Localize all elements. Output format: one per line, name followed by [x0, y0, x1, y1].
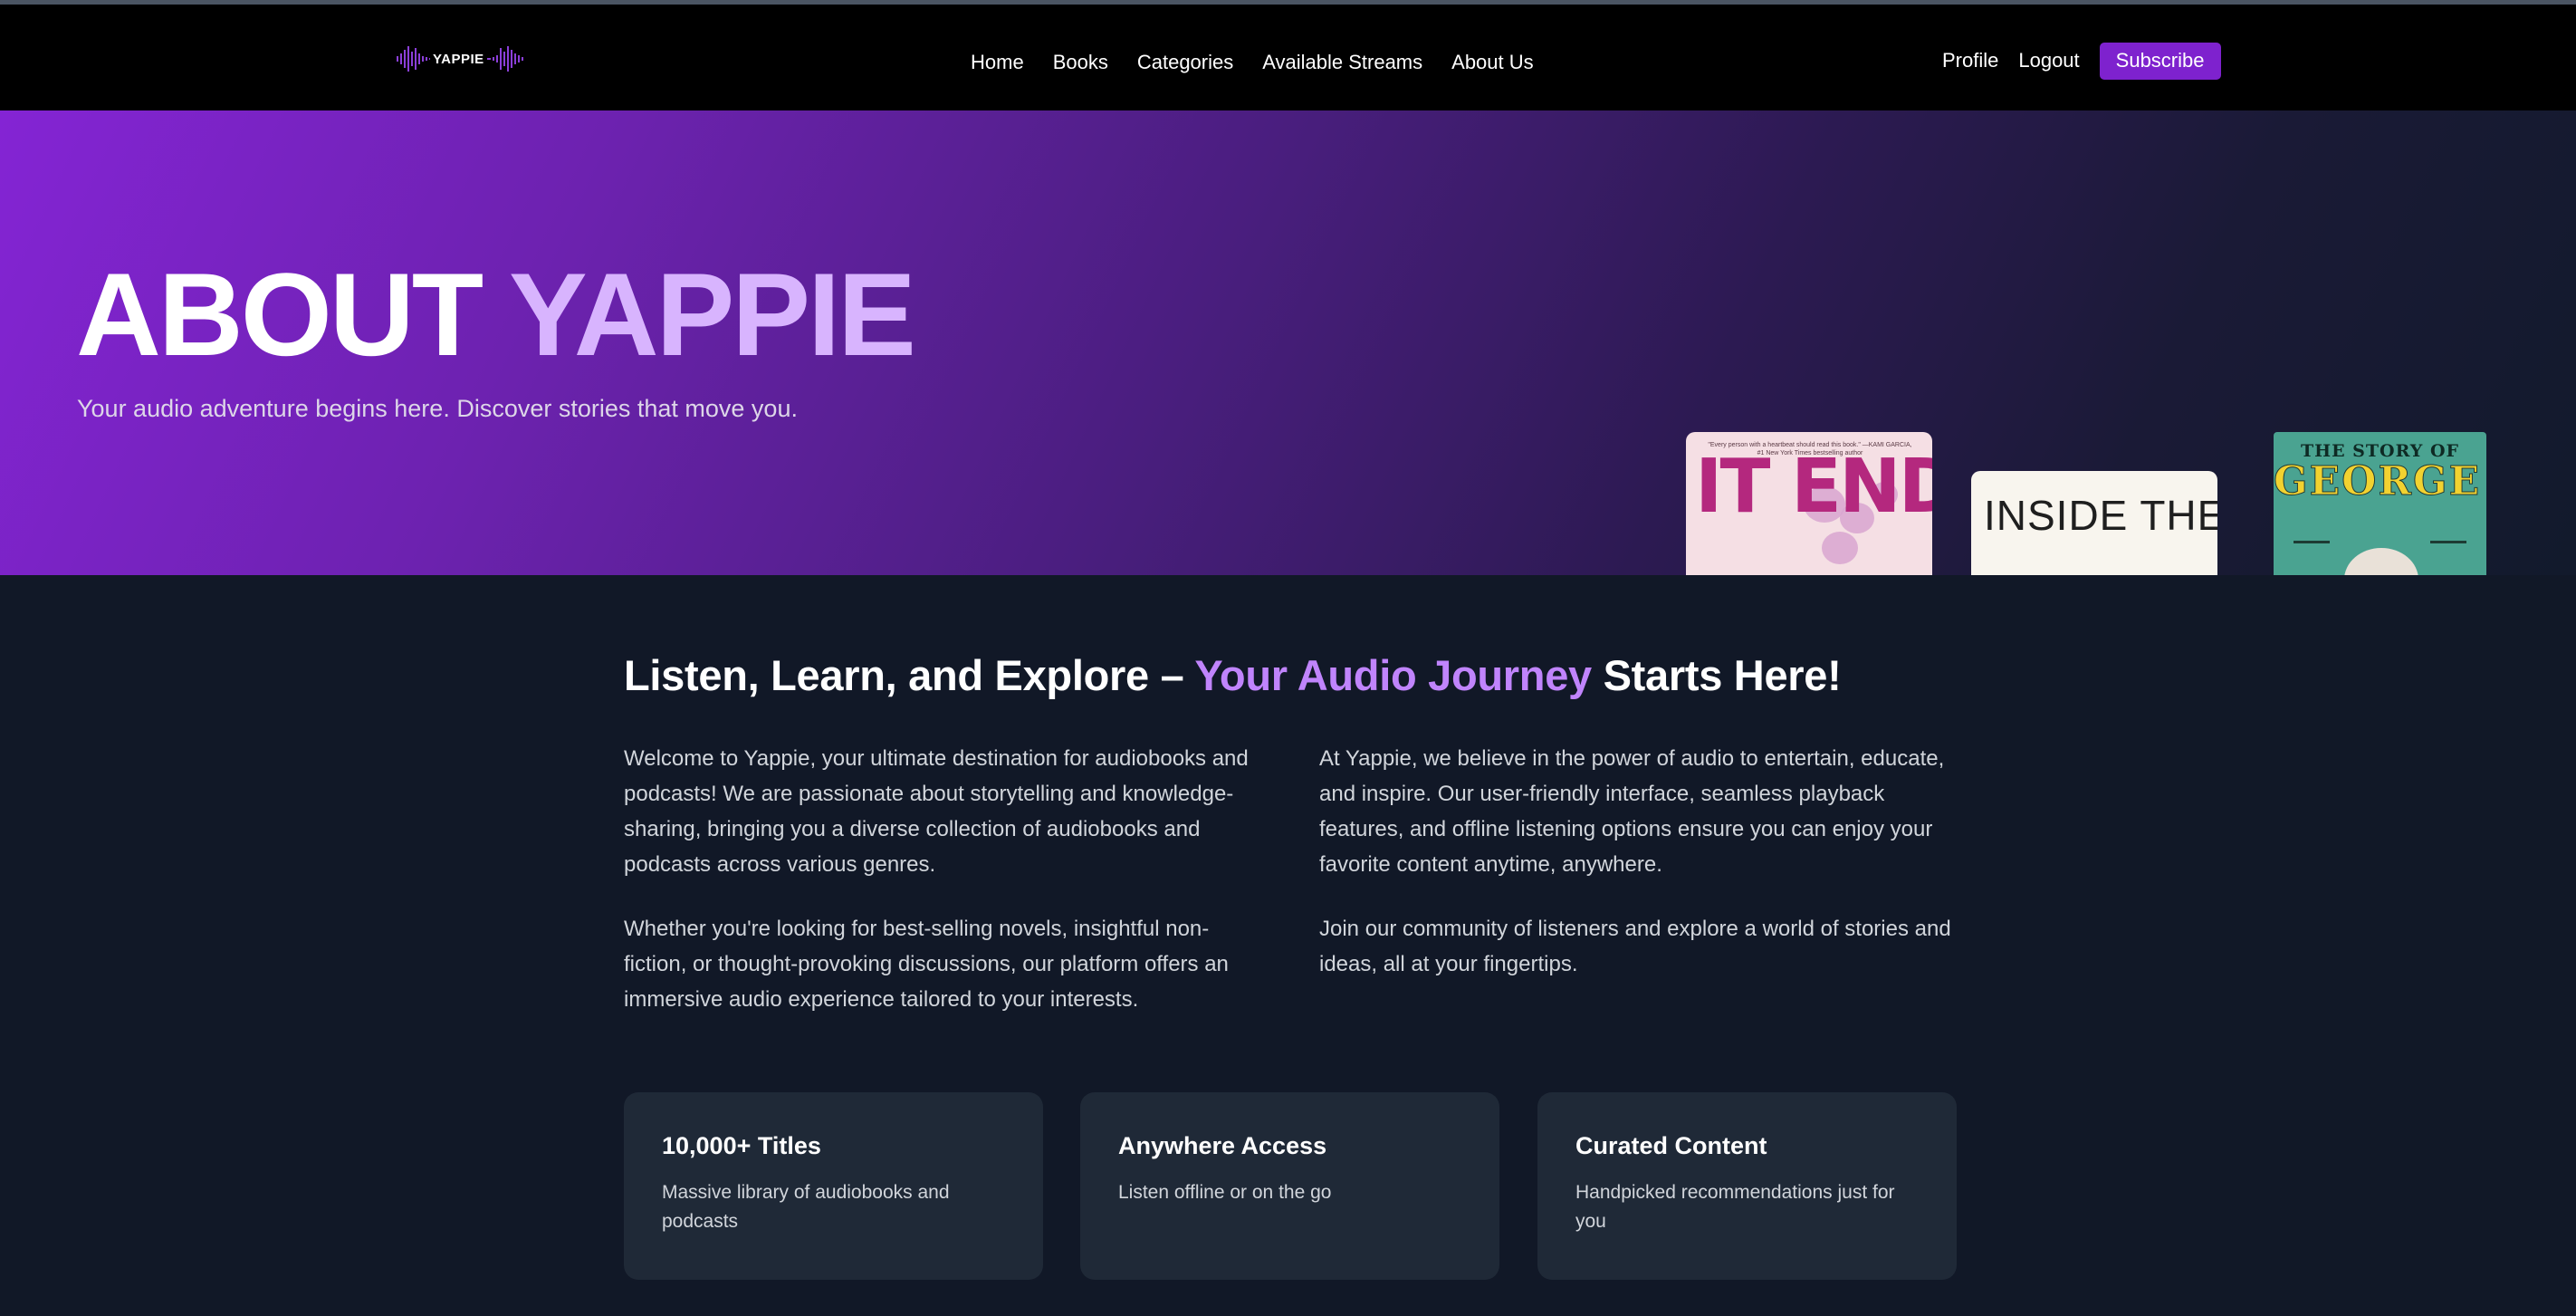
about-paragraph-belief: At Yappie, we believe in the power of au… [1319, 746, 1945, 877]
hero-title-accent: YAPPIE [508, 248, 916, 380]
nav-available-streams[interactable]: Available Streams [1262, 51, 1422, 74]
profile-link[interactable]: Profile [1942, 49, 1998, 72]
hero-subtitle: Your audio adventure begins here. Discov… [77, 395, 798, 422]
about-paragraph-community: Join our community of listeners and expl… [1319, 917, 1951, 976]
nav-categories[interactable]: Categories [1137, 51, 1233, 74]
nav-about-us[interactable]: About Us [1451, 51, 1534, 74]
flower-decoration [1822, 532, 1858, 564]
book-cover-title: INSIDE THE POLITICAL [1984, 492, 2217, 539]
feature-card-titles: 10,000+ Titles Massive library of audiob… [624, 1092, 1043, 1280]
subscribe-button[interactable]: Subscribe [2099, 42, 2221, 80]
feature-card-title: Curated Content [1575, 1132, 1767, 1159]
logo[interactable]: YAPPIE [397, 44, 525, 73]
nav-home[interactable]: Home [971, 51, 1024, 74]
hero-title: ABOUT YAPPIE [76, 255, 916, 373]
book-cover-title: IT ENDS WITH [1695, 444, 1932, 530]
main-nav: Home Books Categories Available Streams … [971, 44, 1563, 81]
about-heading-end: Starts Here! [1591, 651, 1842, 699]
feature-card-description: Massive library of audiobooks and podcas… [662, 1182, 950, 1232]
about-paragraph-experience: Whether you're looking for best-selling … [624, 917, 1229, 1012]
feature-card-curated: Curated Content Handpicked recommendatio… [1537, 1092, 1957, 1280]
book-cover-title: GEORGE WASHINGTON [2274, 458, 2486, 504]
about-heading-start: Listen, Learn, and Explore – [624, 651, 1195, 699]
cover-decoration [2294, 541, 2330, 543]
feature-card-title: 10,000+ Titles [662, 1132, 821, 1159]
cover-decoration [2430, 541, 2466, 543]
feature-card-access: Anywhere Access Listen offline or on the… [1080, 1092, 1499, 1280]
logout-link[interactable]: Logout [2018, 49, 2079, 72]
about-heading-accent: Your Audio Journey [1194, 651, 1592, 699]
book-cover-george-washington[interactable]: THE STORY OF GEORGE WASHINGTON [2274, 432, 2486, 575]
navbar: YAPPIE Home Books Categories Available S… [0, 5, 2576, 110]
hero-banner: ABOUT YAPPIE Your audio adventure begins… [0, 110, 2576, 575]
about-heading: Listen, Learn, and Explore – Your Audio … [624, 650, 1842, 700]
feature-card-description: Listen offline or on the go [1118, 1182, 1332, 1203]
book-cover-inside-the-political[interactable]: INSIDE THE POLITICAL [1971, 471, 2217, 575]
hero-title-main: ABOUT [76, 248, 484, 380]
account-nav: Profile Logout Subscribe [1942, 41, 2221, 81]
feature-card-description: Handpicked recommendations just for you [1575, 1182, 1895, 1232]
logo-text: YAPPIE [430, 52, 487, 67]
portrait-illustration [2344, 548, 2418, 575]
nav-books[interactable]: Books [1053, 51, 1108, 74]
about-paragraph-welcome: Welcome to Yappie, your ultimate destina… [624, 746, 1249, 877]
book-cover-it-ends-with-us[interactable]: "Every person with a heartbeat should re… [1686, 432, 1932, 575]
feature-card-title: Anywhere Access [1118, 1132, 1327, 1159]
